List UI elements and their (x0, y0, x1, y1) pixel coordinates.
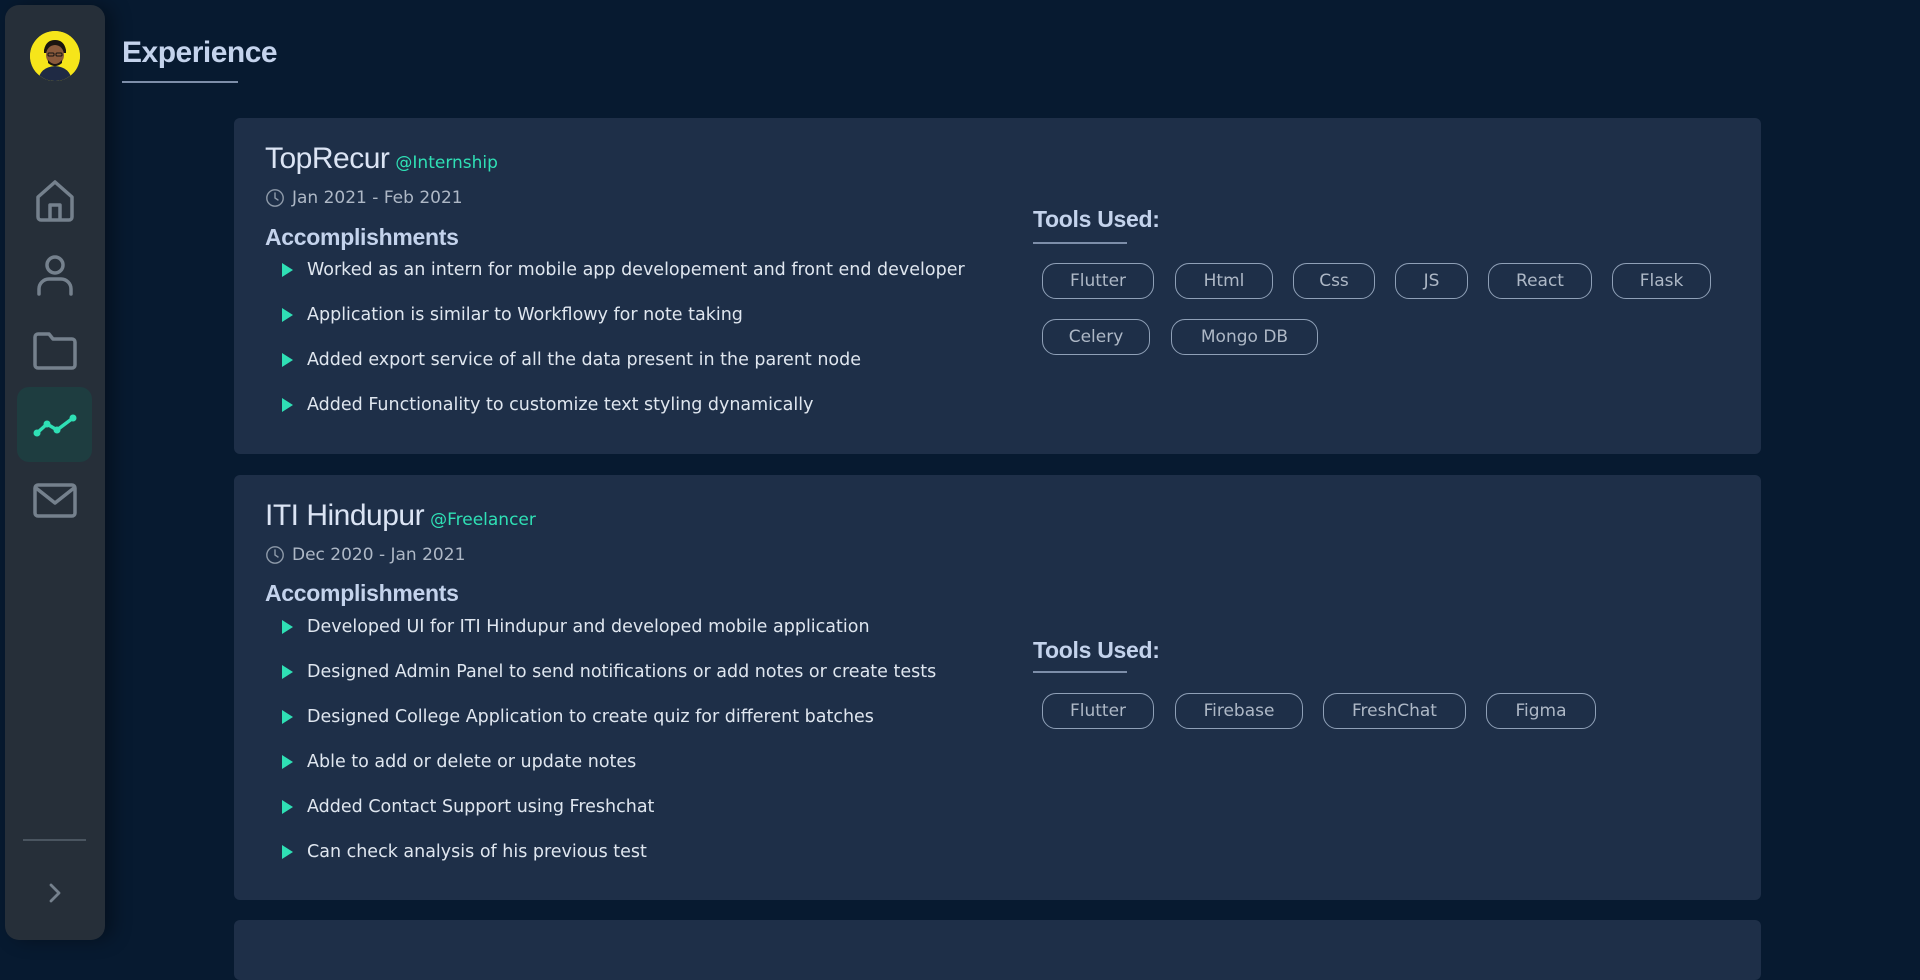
bullet-icon (282, 800, 293, 814)
chevron-right-icon (49, 883, 61, 903)
tools-underline (1033, 242, 1127, 244)
tools-heading: Tools Used: (1033, 637, 1160, 663)
bullet-icon (282, 845, 293, 859)
tool-chip[interactable]: Firebase (1175, 693, 1303, 729)
expand-sidebar-button[interactable] (35, 873, 75, 913)
accomplishment-item: Able to add or delete or update notes (282, 752, 636, 772)
accomplishment-item: Can check analysis of his previous test (282, 842, 647, 862)
accomplishment-item: Added Contact Support using Freshchat (282, 797, 654, 817)
tool-chip[interactable]: React (1488, 263, 1592, 299)
accomplishment-item: Developed UI for ITI Hindupur and develo… (282, 617, 870, 637)
bullet-icon (282, 620, 293, 634)
accomplishment-text: Added Contact Support using Freshchat (307, 797, 655, 817)
company-name: ITI Hindupur (265, 499, 425, 532)
tool-chip[interactable]: FreshChat (1323, 693, 1466, 729)
bullet-icon (282, 755, 293, 769)
tool-chip[interactable]: Flask (1612, 263, 1711, 299)
tool-chip[interactable]: Celery (1042, 319, 1150, 355)
accomplishment-item: Added Functionality to customize text st… (282, 395, 813, 415)
tool-chip[interactable]: Css (1293, 263, 1375, 299)
tool-chip[interactable]: JS (1395, 263, 1468, 299)
experience-card: ITI Hindupur @Freelancer Dec 2020 - Jan 2… (234, 475, 1761, 900)
accomplishment-text: Added Functionality to customize text st… (307, 395, 814, 415)
clock-icon (266, 546, 284, 564)
page-title: Experience (122, 36, 278, 69)
accomplishment-item: Designed Admin Panel to send notificatio… (282, 662, 936, 682)
accomplishment-item: Application is similar to Workflowy for … (282, 305, 743, 325)
nav-projects[interactable] (17, 312, 92, 387)
accomplishment-text: Added export service of all the data pre… (307, 350, 862, 370)
accomplishment-text: Can check analysis of his previous test (307, 842, 647, 862)
bullet-icon (282, 398, 293, 412)
folder-icon (32, 331, 77, 370)
company-role: @Internship (395, 153, 498, 173)
user-icon (36, 254, 73, 296)
bullet-icon (282, 308, 293, 322)
accomplishment-item: Worked as an intern for mobile app devel… (282, 260, 965, 280)
trend-line-icon (33, 414, 76, 436)
bullet-icon (282, 665, 293, 679)
accomplishments-heading: Accomplishments (265, 224, 459, 250)
bullet-icon (282, 710, 293, 724)
accomplishment-text: Designed Admin Panel to send notificatio… (307, 662, 937, 682)
accomplishments-heading: Accomplishments (265, 580, 459, 606)
experience-card: TopRecur @Internship Jan 2021 - Feb 2021 … (234, 118, 1761, 454)
tool-chip[interactable]: Flutter (1042, 693, 1154, 729)
date-range: Jan 2021 - Feb 2021 (265, 188, 463, 208)
nav-home[interactable] (17, 162, 92, 237)
company-title: ITI Hindupur @Freelancer (265, 499, 536, 533)
tool-chip[interactable]: Figma (1486, 693, 1596, 729)
accomplishment-text: Able to add or delete or update notes (307, 752, 637, 772)
accomplishment-text: Developed UI for ITI Hindupur and develo… (307, 617, 870, 637)
company-title: TopRecur @Internship (265, 142, 498, 176)
company-role: @Freelancer (430, 510, 536, 530)
tools-underline (1033, 671, 1127, 673)
accomplishment-text: Designed College Application to create q… (307, 707, 874, 727)
profile-avatar[interactable] (30, 31, 80, 81)
date-text: Jan 2021 - Feb 2021 (292, 188, 463, 208)
bullet-icon (282, 353, 293, 367)
experience-card (234, 920, 1761, 980)
tools-heading: Tools Used: (1033, 206, 1160, 232)
tool-chip[interactable]: Mongo DB (1171, 319, 1318, 355)
sidebar (5, 5, 105, 940)
nav-experience[interactable] (17, 387, 92, 462)
accomplishment-item: Added export service of all the data pre… (282, 350, 861, 370)
nav-contact[interactable] (17, 462, 92, 537)
nav-about[interactable] (17, 237, 92, 312)
page-title-underline (122, 81, 238, 83)
home-icon (35, 179, 74, 222)
mail-icon (32, 482, 77, 518)
accomplishment-item: Designed College Application to create q… (282, 707, 874, 727)
bullet-icon (282, 263, 293, 277)
accomplishment-text: Worked as an intern for mobile app devel… (307, 260, 965, 280)
tool-chip[interactable]: Flutter (1042, 263, 1154, 299)
tool-chip[interactable]: Html (1175, 263, 1273, 299)
company-name: TopRecur (265, 142, 390, 175)
sidebar-divider (23, 839, 86, 841)
date-range: Dec 2020 - Jan 2021 (265, 545, 465, 565)
clock-icon (266, 189, 284, 207)
accomplishment-text: Application is similar to Workflowy for … (307, 305, 743, 325)
date-text: Dec 2020 - Jan 2021 (292, 545, 466, 565)
